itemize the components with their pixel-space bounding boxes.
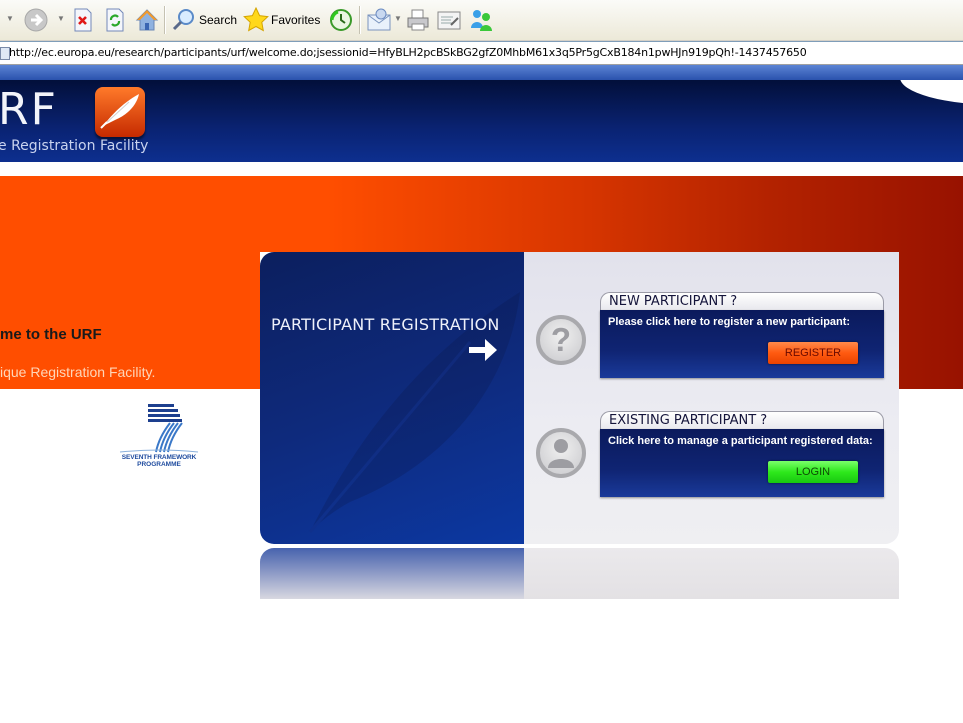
address-url[interactable]: http://ec.europa.eu/research/participant… bbox=[9, 46, 807, 59]
address-bar[interactable]: http://ec.europa.eu/research/participant… bbox=[0, 41, 963, 66]
search-icon bbox=[172, 9, 194, 31]
new-participant-body: Please click here to register a new part… bbox=[600, 310, 884, 378]
messenger-button[interactable] bbox=[469, 6, 495, 34]
toolbar-separator bbox=[164, 6, 166, 34]
back-dropdown-icon[interactable]: ▼ bbox=[6, 14, 14, 23]
stop-button[interactable] bbox=[73, 6, 93, 34]
fp7-seven-icon bbox=[119, 404, 199, 453]
browser-toolbar: ▼ ▼ Search Favorites ▼ bbox=[0, 0, 963, 41]
mail-button[interactable] bbox=[367, 6, 393, 34]
feather-icon bbox=[100, 94, 139, 129]
messenger-icon bbox=[471, 10, 492, 31]
print-button[interactable] bbox=[406, 6, 430, 34]
forward-dropdown-icon[interactable]: ▼ bbox=[57, 14, 65, 23]
mail-icon bbox=[367, 8, 391, 31]
user-circle-icon bbox=[536, 428, 586, 478]
home-icon bbox=[135, 9, 159, 31]
refresh-button[interactable] bbox=[105, 6, 125, 34]
new-participant-header: NEW PARTICIPANT ? bbox=[600, 292, 884, 310]
refresh-icon bbox=[106, 8, 124, 32]
new-participant-box: NEW PARTICIPANT ? Please click here to r… bbox=[600, 292, 884, 378]
favorites-label: Favorites bbox=[271, 13, 321, 27]
logo-feather-badge bbox=[95, 87, 145, 137]
existing-participant-box: EXISTING PARTICIPANT ? Click here to man… bbox=[600, 411, 884, 497]
home-button[interactable] bbox=[135, 6, 159, 34]
existing-participant-header: EXISTING PARTICIPANT ? bbox=[600, 411, 884, 429]
question-circle-icon: ? bbox=[536, 315, 586, 365]
print-icon bbox=[407, 9, 429, 31]
arrow-right-icon bbox=[469, 339, 497, 361]
fp7-line1: SEVENTH FRAMEWORK bbox=[121, 454, 197, 461]
header-swoosh bbox=[900, 80, 963, 105]
participant-registration-link[interactable]: PARTICIPANT REGISTRATION bbox=[260, 252, 524, 544]
new-participant-heading: NEW PARTICIPANT ? bbox=[609, 294, 738, 309]
login-button[interactable]: LOGIN bbox=[768, 461, 858, 483]
search-label: Search bbox=[199, 13, 238, 27]
logo-text: RF bbox=[0, 84, 58, 135]
registration-panel: PARTICIPANT REGISTRATION ? NEW PARTICIPA… bbox=[260, 252, 899, 599]
participant-registration-title: PARTICIPANT REGISTRATION bbox=[271, 315, 500, 334]
panel-reflection-right bbox=[524, 548, 899, 599]
history-button[interactable] bbox=[329, 6, 353, 34]
favorites-button[interactable]: Favorites bbox=[243, 6, 320, 34]
toolbar-separator bbox=[359, 6, 361, 34]
history-icon bbox=[330, 9, 352, 31]
panel-reflection-left bbox=[260, 548, 524, 599]
welcome-title: me to the URF bbox=[0, 326, 102, 343]
edit-icon bbox=[437, 11, 461, 30]
welcome-subtitle: ique Registration Facility. bbox=[0, 364, 156, 380]
mail-dropdown-icon[interactable]: ▼ bbox=[394, 14, 402, 23]
logo-subtitle: e Registration Facility bbox=[0, 138, 149, 154]
forward-button[interactable] bbox=[24, 6, 48, 34]
register-button[interactable]: REGISTER bbox=[768, 342, 858, 364]
existing-participant-body: Click here to manage a participant regis… bbox=[600, 429, 884, 497]
feather-watermark-icon bbox=[308, 292, 520, 533]
fp7-logo: SEVENTH FRAMEWORK PROGRAMME bbox=[112, 402, 206, 470]
favorites-star-icon bbox=[243, 7, 269, 32]
new-participant-text: Please click here to register a new part… bbox=[608, 316, 851, 328]
forward-icon bbox=[24, 8, 48, 32]
edit-button[interactable] bbox=[437, 6, 461, 34]
site-header: RF e Registration Facility bbox=[0, 80, 963, 162]
existing-participant-text: Click here to manage a participant regis… bbox=[608, 435, 873, 447]
header-top-strip bbox=[0, 65, 963, 80]
fp7-line2: PROGRAMME bbox=[137, 461, 181, 468]
existing-participant-heading: EXISTING PARTICIPANT ? bbox=[609, 413, 768, 428]
search-button[interactable]: Search bbox=[172, 6, 237, 34]
stop-icon bbox=[74, 8, 92, 32]
